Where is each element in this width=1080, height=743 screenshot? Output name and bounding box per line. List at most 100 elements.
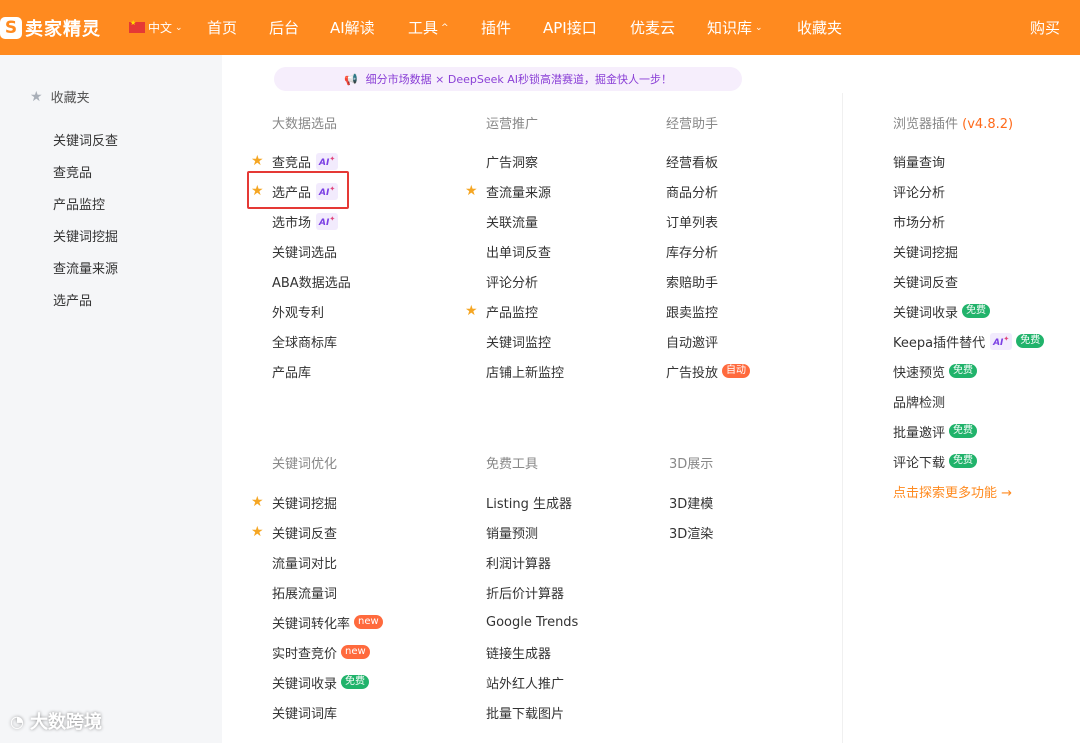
menu-item[interactable]: 关键词词库 [272, 702, 337, 722]
nav-home[interactable]: 首页 [207, 17, 237, 38]
menu-item[interactable]: 3D渲染 [669, 522, 713, 542]
star-icon: ★ [251, 183, 264, 199]
free-badge: 免费 [949, 454, 978, 468]
menu-item-label: 关键词挖掘 [893, 245, 959, 261]
menu-item[interactable]: 关联流量 [486, 211, 538, 231]
menu-item[interactable]: 评论分析 [486, 271, 538, 291]
explore-more-link[interactable]: 点击探索更多功能 → [893, 481, 1012, 501]
menu-item-label: 选产品 [272, 185, 312, 201]
sidebar-item[interactable]: 关键词挖掘 [53, 229, 118, 261]
menu-item[interactable]: 快速预览 免费 [893, 361, 978, 381]
china-flag-icon [129, 19, 145, 33]
menu-item[interactable]: 索赔助手 [666, 271, 718, 291]
ai-badge-text: AI [319, 187, 330, 198]
free-badge: 免费 [1016, 334, 1045, 348]
menu-item[interactable]: 订单列表 [666, 211, 718, 231]
menu-item[interactable]: 关键词挖掘 [893, 241, 958, 261]
menu-item[interactable]: 外观专利 [272, 301, 324, 321]
menu-item[interactable]: 3D建模 [669, 492, 713, 512]
nav-tools[interactable]: 工具 ^ [408, 17, 449, 38]
sidebar-item[interactable]: 选产品 [53, 293, 118, 325]
menu-item-label: 出单词反查 [486, 245, 552, 261]
sidebar-item[interactable]: 查竞品 [53, 165, 118, 197]
menu-item[interactable]: 评论分析 [893, 181, 945, 201]
menu-item-label: 查竞品 [272, 155, 312, 171]
nav-plugin[interactable]: 插件 [481, 17, 511, 38]
menu-item[interactable]: ★ 查竞品 AI✦ [251, 151, 339, 171]
menu-item[interactable]: 实时查竞价 new [272, 642, 370, 662]
menu-item[interactable]: Keepa插件替代 AI✦ 免费 [893, 331, 1045, 351]
logo[interactable]: S 卖家精灵 [0, 0, 101, 55]
menu-item-label: 全球商标库 [272, 335, 338, 351]
menu-item[interactable]: 站外红人推广 [486, 672, 564, 692]
menu-item[interactable]: 流量词对比 [272, 552, 337, 572]
menu-item-label: 市场分析 [893, 215, 946, 231]
promo-banner[interactable]: 📢 细分市场数据 × DeepSeek AI秒锁高潜赛道，掘金快人一步！ [274, 67, 742, 91]
sidebar-item[interactable]: 关键词反查 [53, 133, 118, 165]
menu-item[interactable]: 批量邀评 免费 [893, 421, 978, 441]
menu-item-label: 快速预览 [893, 365, 946, 381]
menu-item[interactable]: 链接生成器 [486, 642, 551, 662]
nav-label: AI解读 [330, 19, 375, 37]
nav-favorites[interactable]: 收藏夹 [797, 17, 842, 38]
nav-label: 工具 [408, 19, 439, 37]
menu-item-label: 销量预测 [486, 526, 539, 542]
sidebar-item[interactable]: 产品监控 [53, 197, 118, 229]
free-badge: 免费 [949, 424, 978, 438]
menu-item[interactable]: 折后价计算器 [486, 582, 564, 602]
menu-item[interactable]: 市场分析 [893, 211, 945, 231]
menu-item[interactable]: 库存分析 [666, 241, 718, 261]
menu-item[interactable]: 出单词反查 [486, 241, 551, 261]
nav-dashboard[interactable]: 后台 [269, 17, 299, 38]
buy-button[interactable]: 购买 [1030, 0, 1060, 55]
menu-item[interactable]: 产品库 [272, 361, 311, 381]
menu-item[interactable]: 经营看板 [666, 151, 718, 171]
star-icon: ★ [465, 183, 478, 199]
menu-item[interactable]: 销量查询 [893, 151, 945, 171]
new-badge: new [354, 615, 383, 629]
nav-ai-insight[interactable]: AI解读 [330, 17, 375, 38]
menu-item[interactable]: ABA数据选品 [272, 271, 351, 291]
menu-item[interactable]: ★ 选产品 AI✦ [251, 181, 339, 201]
menu-item-label: 销量查询 [893, 155, 946, 171]
menu-item[interactable]: 利润计算器 [486, 552, 551, 572]
free-badge: 免费 [962, 304, 991, 318]
menu-item[interactable]: ★ 关键词反查 [251, 522, 337, 542]
menu-item[interactable]: 销量预测 [486, 522, 538, 542]
menu-item[interactable]: 关键词收录 免费 [272, 672, 370, 692]
sidebar-item[interactable]: 查流量来源 [53, 261, 118, 293]
menu-item[interactable]: Listing 生成器 [486, 492, 572, 512]
menu-item[interactable]: 选市场 AI✦ [272, 211, 339, 231]
new-badge: new [341, 645, 370, 659]
menu-item[interactable]: 拓展流量词 [272, 582, 337, 602]
nav-knowledge-base[interactable]: 知识库 ⌄ [707, 17, 763, 38]
section-title-label: 浏览器插件 [893, 117, 959, 132]
star-icon: ★ [465, 303, 478, 319]
nav-youmaiyun[interactable]: 优麦云 [630, 17, 675, 38]
menu-item[interactable]: 商品分析 [666, 181, 718, 201]
menu-item[interactable]: 广告投放 自动 [666, 361, 751, 381]
menu-item[interactable]: 店铺上新监控 [486, 361, 564, 381]
menu-item[interactable]: 全球商标库 [272, 331, 337, 351]
menu-item[interactable]: 关键词收录 免费 [893, 301, 991, 321]
menu-item[interactable]: 关键词转化率 new [272, 612, 383, 632]
menu-item[interactable]: 评论下载 免费 [893, 451, 978, 471]
section-ops: 运营推广 广告洞察 ★ 查流量来源 关联流量 出单词反查 评论分析 ★ 产品监控 关… [465, 113, 564, 381]
menu-item[interactable]: 关键词反查 [893, 271, 958, 291]
menu-item[interactable]: 广告洞察 [486, 151, 538, 171]
language-selector[interactable]: 中文 ⌄ [129, 19, 183, 36]
menu-item[interactable]: 关键词选品 [272, 241, 337, 261]
menu-item[interactable]: ★ 产品监控 [465, 301, 538, 321]
menu-item[interactable]: Google Trends [486, 612, 578, 632]
menu-item[interactable]: ★ 关键词挖掘 [251, 492, 337, 512]
menu-item[interactable]: 品牌检测 [893, 391, 945, 411]
watermark-text: 大数跨境 [29, 712, 102, 733]
menu-item[interactable]: 关键词监控 [486, 331, 551, 351]
menu-item-label: 链接生成器 [486, 646, 552, 662]
star-icon: ★ [251, 153, 264, 169]
menu-item[interactable]: ★ 查流量来源 [465, 181, 551, 201]
menu-item[interactable]: 跟卖监控 [666, 301, 718, 321]
nav-api[interactable]: API接口 [543, 17, 597, 38]
menu-item[interactable]: 批量下载图片 [486, 702, 564, 722]
menu-item[interactable]: 自动邀评 [666, 331, 718, 351]
